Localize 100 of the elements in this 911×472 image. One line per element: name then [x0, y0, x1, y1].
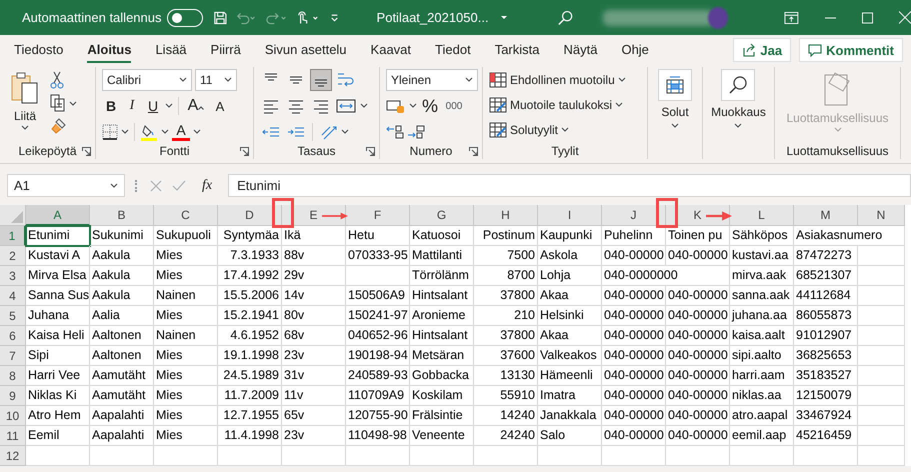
column-header[interactable]: C [154, 205, 218, 226]
paste-button[interactable]: Liitä [6, 69, 44, 143]
autosave-toggle[interactable] [167, 8, 203, 26]
cells-button[interactable]: Solut [658, 69, 692, 143]
row-header[interactable]: 3 [0, 266, 26, 286]
share-button[interactable]: Jaa [733, 38, 792, 62]
caret-icon[interactable] [110, 182, 118, 188]
caret-icon[interactable] [561, 126, 570, 132]
table-style-icon[interactable] [489, 72, 507, 88]
maximize-icon[interactable] [862, 12, 873, 24]
save-icon[interactable] [212, 10, 228, 26]
search-icon[interactable] [721, 69, 756, 101]
comments-button[interactable]: Kommentit [799, 38, 903, 62]
caret-icon[interactable] [121, 129, 129, 135]
merge-center-icon[interactable] [335, 97, 357, 115]
ribbon-tab[interactable]: Tiedosto [14, 38, 64, 62]
font-color-button[interactable]: A [172, 123, 190, 141]
borders-icon[interactable] [102, 124, 118, 140]
underline-button[interactable]: U [144, 98, 162, 114]
styles-menu-button[interactable]: Muotoile taulukoksi [489, 94, 626, 115]
percent-button[interactable]: % [420, 96, 440, 116]
editing-button[interactable]: Muokkaus [711, 69, 766, 143]
column-header[interactable]: H [474, 205, 538, 226]
row-header[interactable]: 2 [0, 246, 26, 266]
column-header[interactable]: L [730, 205, 794, 226]
decrease-font-size-button[interactable]: A [211, 98, 229, 114]
increase-decimal-icon[interactable] [386, 124, 404, 140]
bold-button[interactable]: B [102, 98, 120, 114]
column-header[interactable]: B [90, 205, 154, 226]
row-header[interactable]: 7 [0, 346, 26, 366]
caret-icon[interactable] [224, 77, 232, 83]
ribbon-tab[interactable]: Tarkista [494, 38, 540, 62]
table-icon[interactable] [658, 69, 692, 101]
caret-icon[interactable] [671, 123, 679, 129]
dialog-launcher-icon[interactable] [469, 146, 478, 156]
formula-field[interactable]: Etunimi [228, 174, 911, 197]
row-header[interactable]: 8 [0, 366, 26, 386]
caret-icon[interactable] [21, 125, 29, 131]
row-header[interactable]: 6 [0, 326, 26, 346]
column-header[interactable]: G [410, 205, 474, 226]
up-caret-icon[interactable] [198, 106, 204, 110]
close-icon[interactable] [898, 11, 911, 24]
number-format-field[interactable]: Yleinen [386, 69, 478, 91]
italic-button[interactable]: I [123, 98, 141, 114]
caret-icon[interactable] [465, 77, 473, 83]
dialog-launcher-icon[interactable] [82, 146, 91, 156]
fill-color-icon[interactable] [140, 123, 158, 141]
ribbon-tab[interactable]: Sivun asettelu [264, 38, 347, 62]
drag-handle-icon[interactable] [135, 180, 140, 192]
file-name[interactable]: Potilaat_2021050... [376, 10, 509, 25]
ribbon-tab[interactable]: Tiedot [435, 38, 471, 62]
minimize-icon[interactable] [824, 16, 836, 18]
comment-icon[interactable] [808, 43, 822, 57]
column-header[interactable]: M [794, 205, 858, 226]
caret-icon[interactable] [409, 103, 417, 109]
caret-icon[interactable] [734, 123, 742, 129]
column-header[interactable]: I [538, 205, 602, 226]
thousands-button[interactable]: 000 [443, 100, 465, 112]
caret-icon[interactable] [615, 102, 624, 108]
font-size-field[interactable]: 11 [195, 69, 237, 91]
column-header[interactable]: E [282, 205, 346, 226]
ribbon-tab[interactable]: Lisää [155, 38, 187, 62]
ribbon-tab[interactable]: Kaavat [370, 38, 412, 62]
caret-icon[interactable] [193, 129, 201, 135]
caret-icon[interactable] [618, 76, 626, 82]
format-painter-icon[interactable] [50, 117, 68, 135]
cut-icon[interactable] [50, 71, 64, 89]
table-style-icon[interactable] [489, 96, 507, 112]
column-header[interactable]: J [602, 205, 666, 226]
ribbon-tab[interactable]: Näytä [563, 38, 598, 62]
table-style-icon[interactable] [489, 122, 507, 138]
share-icon[interactable] [742, 43, 756, 57]
row-header[interactable]: 5 [0, 306, 26, 326]
ribbon-tab[interactable]: Aloitus [87, 38, 132, 62]
column-header[interactable]: D [218, 205, 282, 226]
dialog-launcher-icon[interactable] [366, 146, 375, 156]
caret-icon[interactable] [179, 77, 187, 83]
styles-menu-button[interactable]: Solutyylit [489, 119, 626, 140]
row-header[interactable]: 1 [0, 226, 26, 246]
row-header[interactable]: 11 [0, 426, 26, 446]
insert-function-button[interactable]: fx [196, 178, 218, 194]
column-header[interactable]: N [858, 205, 905, 226]
caret-icon[interactable] [498, 14, 509, 22]
currency-icon[interactable] [386, 98, 406, 114]
name-box[interactable]: A1 [7, 174, 125, 197]
align-bottom-icon[interactable] [310, 69, 332, 91]
dialog-launcher-icon[interactable] [240, 146, 249, 156]
caret-icon[interactable] [161, 129, 169, 135]
font-name-field[interactable]: Calibri [102, 69, 192, 91]
copy-icon[interactable] [50, 94, 78, 112]
ribbon-tab[interactable]: Ohje [621, 38, 649, 62]
column-header[interactable]: A [26, 205, 90, 226]
ribbon-display-icon[interactable] [784, 10, 799, 24]
caret-icon[interactable] [341, 129, 349, 135]
row-header[interactable]: 12 [0, 446, 26, 466]
search-icon[interactable] [556, 8, 574, 26]
column-header[interactable]: F [346, 205, 410, 226]
decrease-decimal-icon[interactable] [407, 124, 425, 140]
caret-icon[interactable] [360, 103, 368, 109]
row-header[interactable]: 4 [0, 286, 26, 306]
